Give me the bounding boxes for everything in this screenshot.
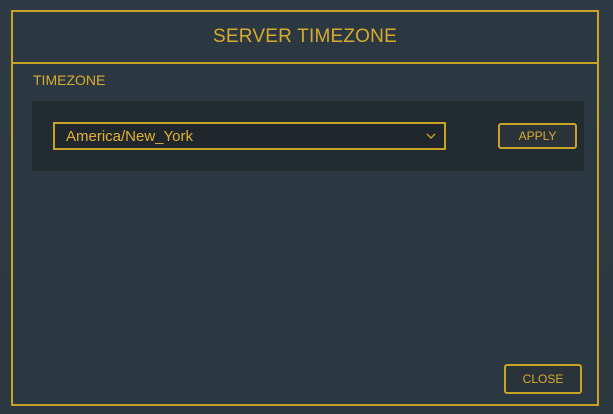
timezone-select[interactable]: America/New_York (53, 122, 446, 150)
timezone-select-value: America/New_York (66, 127, 193, 145)
chevron-down-icon (426, 133, 436, 139)
apply-button[interactable]: APPLY (498, 123, 577, 149)
modal-header: SERVER TIMEZONE (13, 12, 597, 64)
timezone-section-label: TIMEZONE (33, 72, 106, 88)
modal-title: SERVER TIMEZONE (213, 26, 397, 47)
close-button[interactable]: CLOSE (504, 364, 582, 394)
server-timezone-modal: SERVER TIMEZONE TIMEZONE America/New_Yor… (11, 10, 599, 406)
timezone-panel: America/New_York APPLY (32, 101, 584, 171)
